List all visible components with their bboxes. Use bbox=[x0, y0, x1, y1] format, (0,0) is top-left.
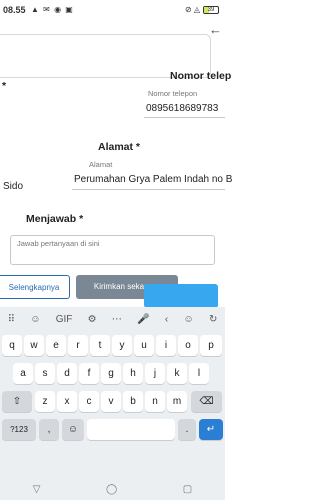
address-underline bbox=[72, 189, 225, 190]
sticker-icon[interactable]: ☺ bbox=[30, 314, 40, 325]
key-o[interactable]: o bbox=[178, 335, 198, 356]
key-a[interactable]: a bbox=[13, 363, 33, 384]
shift-key[interactable]: ⇧ bbox=[2, 391, 32, 412]
symbols-key[interactable]: ?123 bbox=[2, 419, 36, 440]
key-j[interactable]: j bbox=[145, 363, 165, 384]
phone-label: Nomor telep bbox=[170, 70, 232, 82]
key-s[interactable]: s bbox=[35, 363, 55, 384]
key-h[interactable]: h bbox=[123, 363, 143, 384]
left-asterisk: * bbox=[2, 80, 7, 92]
key-i[interactable]: i bbox=[156, 335, 176, 356]
comma-key[interactable]: , bbox=[39, 419, 59, 440]
notification-icons: ▲ ✉ ◉ ▣ bbox=[31, 5, 74, 14]
space-key[interactable] bbox=[87, 419, 175, 440]
key-l[interactable]: l bbox=[189, 363, 209, 384]
more-button[interactable]: Selengkapnya bbox=[0, 275, 70, 299]
navigation-bar: ▽ ◯ ▢ bbox=[0, 479, 225, 500]
form-area: ← * Nomor telep Nomor telepon 0895618689… bbox=[0, 22, 232, 308]
phone-sub-label: Nomor telepon bbox=[148, 89, 198, 98]
key-c[interactable]: c bbox=[79, 391, 99, 412]
key-row-3: ⇧ z x c v b n m ⌫ bbox=[0, 391, 225, 414]
key-u[interactable]: u bbox=[134, 335, 154, 356]
key-r[interactable]: r bbox=[68, 335, 88, 356]
refresh-icon[interactable]: ↻ bbox=[209, 314, 217, 325]
back-nav-icon[interactable]: ▽ bbox=[33, 484, 41, 495]
answer-placeholder: Jawab pertanyaan di sini bbox=[17, 239, 100, 248]
key-k[interactable]: k bbox=[167, 363, 187, 384]
arrow-left-icon[interactable]: ← bbox=[209, 22, 223, 37]
key-m[interactable]: m bbox=[167, 391, 187, 412]
address-label: Alamat * bbox=[98, 141, 141, 153]
keyboard-toolbar: ⠿ ☺ GIF ⚙ ⋯ 🎤 ‹ ☺ ↻ bbox=[0, 307, 225, 331]
phone-underline bbox=[144, 117, 225, 118]
battery-label: 39 bbox=[207, 6, 215, 13]
clock: 08.55 bbox=[3, 5, 26, 15]
battery-icon: 39 bbox=[203, 5, 219, 14]
key-n[interactable]: n bbox=[145, 391, 165, 412]
key-g[interactable]: g bbox=[101, 363, 121, 384]
key-e[interactable]: e bbox=[46, 335, 66, 356]
key-w[interactable]: w bbox=[24, 335, 44, 356]
home-nav-icon[interactable]: ◯ bbox=[106, 484, 117, 495]
more-icon[interactable]: ⋯ bbox=[112, 314, 122, 325]
key-row-1: q w e r t y u i o p bbox=[0, 335, 225, 358]
key-x[interactable]: x bbox=[57, 391, 77, 412]
backspace-key[interactable]: ⌫ bbox=[191, 391, 222, 412]
mute-wifi-icons: ⊘ ◬ bbox=[184, 5, 200, 14]
more-button-label: Selengkapnya bbox=[8, 283, 60, 292]
enter-key[interactable]: ↵ bbox=[199, 419, 223, 440]
keyboard: ⠿ ☺ GIF ⚙ ⋯ 🎤 ‹ ☺ ↻ q w e r t y u i o p … bbox=[0, 307, 225, 500]
key-d[interactable]: d bbox=[57, 363, 77, 384]
address-sub-label: Alamat bbox=[89, 160, 113, 169]
period-key[interactable]: . bbox=[178, 419, 196, 440]
gif-icon[interactable]: GIF bbox=[56, 314, 73, 325]
emoji-icon[interactable]: ☺ bbox=[183, 314, 193, 325]
key-f[interactable]: f bbox=[79, 363, 99, 384]
emoji-key[interactable]: ☺ bbox=[62, 419, 84, 440]
microphone-icon[interactable]: 🎤 bbox=[137, 314, 149, 325]
answer-input[interactable]: Jawab pertanyaan di sini bbox=[10, 235, 215, 265]
settings-icon[interactable]: ⚙ bbox=[88, 314, 97, 325]
key-row-2: a s d f g h j k l bbox=[0, 363, 225, 386]
left-value[interactable]: Sido bbox=[3, 181, 23, 192]
key-v[interactable]: v bbox=[101, 391, 121, 412]
status-bar: 08.55 ▲ ✉ ◉ ▣ ⊘ ◬ 39 bbox=[0, 0, 225, 22]
key-p[interactable]: p bbox=[200, 335, 222, 356]
answer-label: Menjawab * bbox=[26, 213, 84, 225]
system-icons: ⊘ ◬ 39 bbox=[185, 5, 219, 14]
key-b[interactable]: b bbox=[123, 391, 143, 412]
key-t[interactable]: t bbox=[90, 335, 110, 356]
key-row-4: ?123 , ☺ . ↵ bbox=[0, 419, 225, 442]
key-z[interactable]: z bbox=[35, 391, 55, 412]
address-field[interactable]: Perumahan Grya Palem Indah no B bbox=[74, 174, 232, 185]
key-y[interactable]: y bbox=[112, 335, 132, 356]
keyboard-grid-icon[interactable]: ⠿ bbox=[8, 314, 15, 325]
phone-field[interactable]: 0895618689783 bbox=[146, 103, 218, 114]
submit-button[interactable] bbox=[144, 284, 218, 308]
key-q[interactable]: q bbox=[2, 335, 22, 356]
chevron-left-icon[interactable]: ‹ bbox=[165, 314, 168, 325]
recents-nav-icon[interactable]: ▢ bbox=[183, 484, 192, 495]
